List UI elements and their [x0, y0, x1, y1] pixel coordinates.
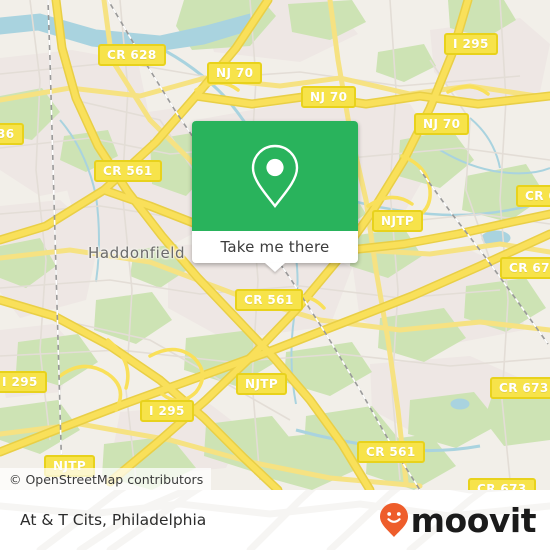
road-shield-njtp-a: NJTP [372, 210, 424, 232]
place-label-haddonfield: Haddonfield [88, 244, 186, 262]
road-shield-cr-561-c: CR 561 [357, 441, 425, 463]
bottom-info-bar: At & T Cits, Philadelphia moovit [0, 490, 550, 550]
take-me-there-label: Take me there [220, 238, 330, 256]
map-attribution[interactable]: © OpenStreetMap contributors [0, 468, 212, 490]
moovit-logo[interactable]: moovit [379, 500, 537, 540]
map-canvas[interactable]: Haddonfield CR 628 NJ 70 I 295 NJ 70 NJ … [0, 0, 550, 490]
destination-popup-card[interactable]: Take me there [192, 121, 358, 272]
popup-header [192, 121, 358, 231]
road-shield-i-295-a: I 295 [444, 33, 498, 55]
road-shield-nj-70-b: NJ 70 [301, 86, 357, 108]
road-shield-nj-70-a: NJ 70 [207, 62, 263, 84]
location-title: At & T Cits, Philadelphia [20, 511, 207, 529]
road-shield-i-295-c: I 295 [140, 400, 194, 422]
road-shield-cr-561-b: CR 561 [235, 289, 303, 311]
road-shield-i-295-b: I 295 [0, 371, 47, 393]
road-shield-36: 36 [0, 123, 24, 145]
moovit-pin-smile-icon [379, 503, 408, 537]
road-shield-cr-673-c: CR 673 [490, 377, 550, 399]
road-shield-cr-673-d: CR 673 [468, 478, 536, 490]
road-shield-cr-673-a: CR 673 [516, 185, 550, 207]
map-pin-icon [251, 144, 299, 208]
popup-pointer-tip [265, 263, 285, 272]
road-shield-nj-70-c: NJ 70 [414, 113, 470, 135]
popup-footer[interactable]: Take me there [192, 231, 358, 272]
moovit-wordmark: moovit [410, 500, 537, 540]
road-shield-njtp-b: NJTP [236, 373, 288, 395]
road-shield-cr-561-a: CR 561 [94, 160, 162, 182]
moovit-map-screenshot: Haddonfield CR 628 NJ 70 I 295 NJ 70 NJ … [0, 0, 550, 550]
road-shield-cr-673-b: CR 673 [500, 257, 550, 279]
road-shield-cr-628: CR 628 [98, 44, 166, 66]
